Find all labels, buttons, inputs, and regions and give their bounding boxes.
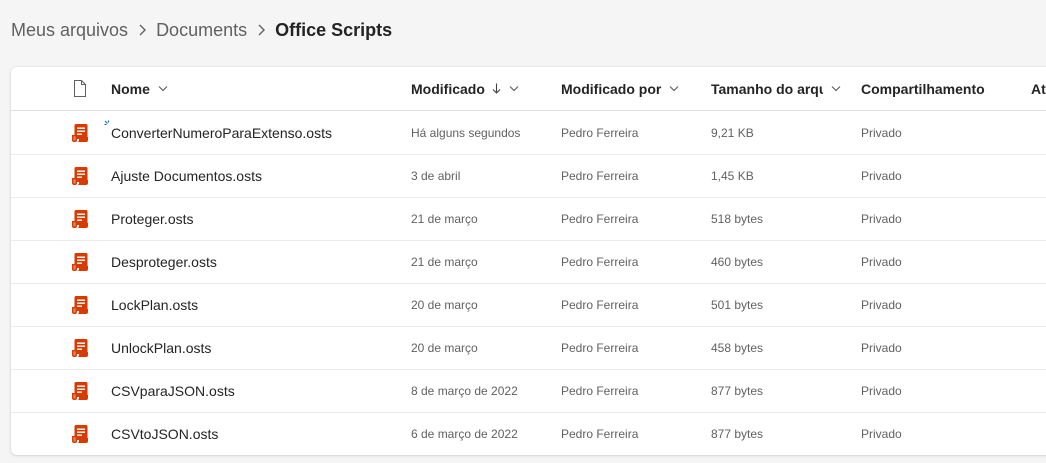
file-row[interactable]: Proteger.osts 21 de março Pedro Ferreira 51…: [11, 197, 1046, 241]
office-script-file-icon: [71, 240, 89, 283]
file-name[interactable]: UnlockPlan.osts: [111, 326, 211, 369]
file-name[interactable]: CSVtoJSON.osts: [111, 412, 218, 455]
file-row[interactable]: CSVparaJSON.osts 8 de março de 2022 Pedro …: [11, 369, 1046, 413]
file-size: 501 bytes: [711, 297, 764, 312]
office-script-file-icon: [71, 369, 89, 412]
file-row[interactable]: Desproteger.osts 21 de março Pedro Ferreir…: [11, 240, 1046, 284]
file-name[interactable]: Desproteger.osts: [111, 240, 217, 283]
column-header-size-label: Tamanho do arquivo: [711, 80, 823, 97]
column-header-activity[interactable]: Atividade: [1031, 67, 1046, 110]
breadcrumb: Meus arquivos Documents Office Scripts: [11, 16, 392, 44]
column-header-size[interactable]: Tamanho do arquivo: [711, 67, 841, 110]
office-script-file-icon: [71, 283, 89, 326]
breadcrumb-documents[interactable]: Documents: [156, 20, 247, 41]
file-size: 518 bytes: [711, 211, 764, 226]
file-row[interactable]: ConverterNumeroParaExtenso.osts Há alguns…: [11, 111, 1046, 155]
column-header-sharing-label: Compartilhamento: [861, 80, 985, 97]
file-modified-by: Pedro Ferreira: [561, 297, 639, 312]
file-modified-by: Pedro Ferreira: [561, 254, 639, 269]
file-type-column-header[interactable]: [73, 67, 87, 110]
file-sharing: Privado: [861, 297, 902, 312]
file-size: 877 bytes: [711, 383, 764, 398]
file-name[interactable]: Ajuste Documentos.osts: [111, 154, 262, 197]
file-row[interactable]: LockPlan.osts 20 de março Pedro Ferreira 50…: [11, 283, 1046, 327]
file-sharing: Privado: [861, 426, 902, 441]
office-script-file-icon: [71, 412, 89, 455]
file-modified: 21 de março: [411, 211, 478, 226]
office-script-file-icon: [71, 326, 89, 369]
chevron-right-icon: [128, 23, 156, 37]
file-modified-by: Pedro Ferreira: [561, 125, 639, 140]
column-header-sharing[interactable]: Compartilhamento: [861, 67, 985, 110]
column-header-modified-by[interactable]: Modificado por: [561, 67, 679, 110]
file-row[interactable]: UnlockPlan.osts 20 de março Pedro Ferreira…: [11, 326, 1046, 370]
file-name[interactable]: Proteger.osts: [111, 197, 194, 240]
chevron-down-icon: [509, 86, 519, 92]
file-size: 1,45 KB: [711, 168, 754, 183]
file-sharing: Privado: [861, 254, 902, 269]
office-script-file-icon: [71, 154, 89, 197]
file-size: 458 bytes: [711, 340, 764, 355]
file-sharing: Privado: [861, 125, 902, 140]
file-row[interactable]: CSVtoJSON.osts 6 de março de 2022 Pedro Fe…: [11, 412, 1046, 455]
chevron-down-icon: [831, 86, 841, 92]
file-modified-by: Pedro Ferreira: [561, 426, 639, 441]
file-sharing: Privado: [861, 383, 902, 398]
office-script-file-icon: [71, 111, 89, 154]
file-sharing: Privado: [861, 211, 902, 226]
file-name[interactable]: ConverterNumeroParaExtenso.osts: [111, 111, 332, 154]
file-size: 460 bytes: [711, 254, 764, 269]
chevron-down-icon: [158, 86, 168, 92]
file-list: Nome Modificado Modificado por Tamanho d…: [11, 67, 1046, 455]
column-header-modified-label: Modificado: [411, 80, 485, 97]
file-modified-by: Pedro Ferreira: [561, 168, 639, 183]
column-header-activity-label: Atividade: [1031, 80, 1046, 97]
document-icon: [74, 80, 86, 97]
file-modified: 6 de março de 2022: [411, 426, 518, 441]
file-modified-by: Pedro Ferreira: [561, 211, 639, 226]
office-script-file-icon: [71, 197, 89, 240]
file-modified: 3 de abril: [411, 168, 461, 183]
file-modified: Há alguns segundos: [411, 125, 521, 140]
chevron-down-icon: [669, 86, 679, 92]
file-modified: 20 de março: [411, 340, 478, 355]
column-header-name-label: Nome: [111, 80, 150, 97]
arrow-down-icon: [492, 83, 501, 94]
file-modified: 8 de março de 2022: [411, 383, 518, 398]
file-size: 9,21 KB: [711, 125, 754, 140]
file-name[interactable]: CSVparaJSON.osts: [111, 369, 235, 412]
column-header-modified[interactable]: Modificado: [411, 67, 519, 110]
file-size: 877 bytes: [711, 426, 764, 441]
file-sharing: Privado: [861, 340, 902, 355]
column-header-name[interactable]: Nome: [111, 67, 168, 110]
file-modified: 21 de março: [411, 254, 478, 269]
file-list-header: Nome Modificado Modificado por Tamanho d…: [11, 67, 1046, 111]
file-row[interactable]: Ajuste Documentos.osts 3 de abril Pedro Fe…: [11, 154, 1046, 198]
file-sharing: Privado: [861, 168, 902, 183]
file-modified-by: Pedro Ferreira: [561, 383, 639, 398]
column-header-modified-by-label: Modificado por: [561, 80, 662, 97]
chevron-right-icon: [247, 23, 275, 37]
file-name[interactable]: LockPlan.osts: [111, 283, 198, 326]
file-modified-by: Pedro Ferreira: [561, 340, 639, 355]
breadcrumb-office-scripts: Office Scripts: [275, 19, 393, 40]
breadcrumb-my-files[interactable]: Meus arquivos: [11, 20, 128, 41]
file-modified: 20 de março: [411, 297, 478, 312]
